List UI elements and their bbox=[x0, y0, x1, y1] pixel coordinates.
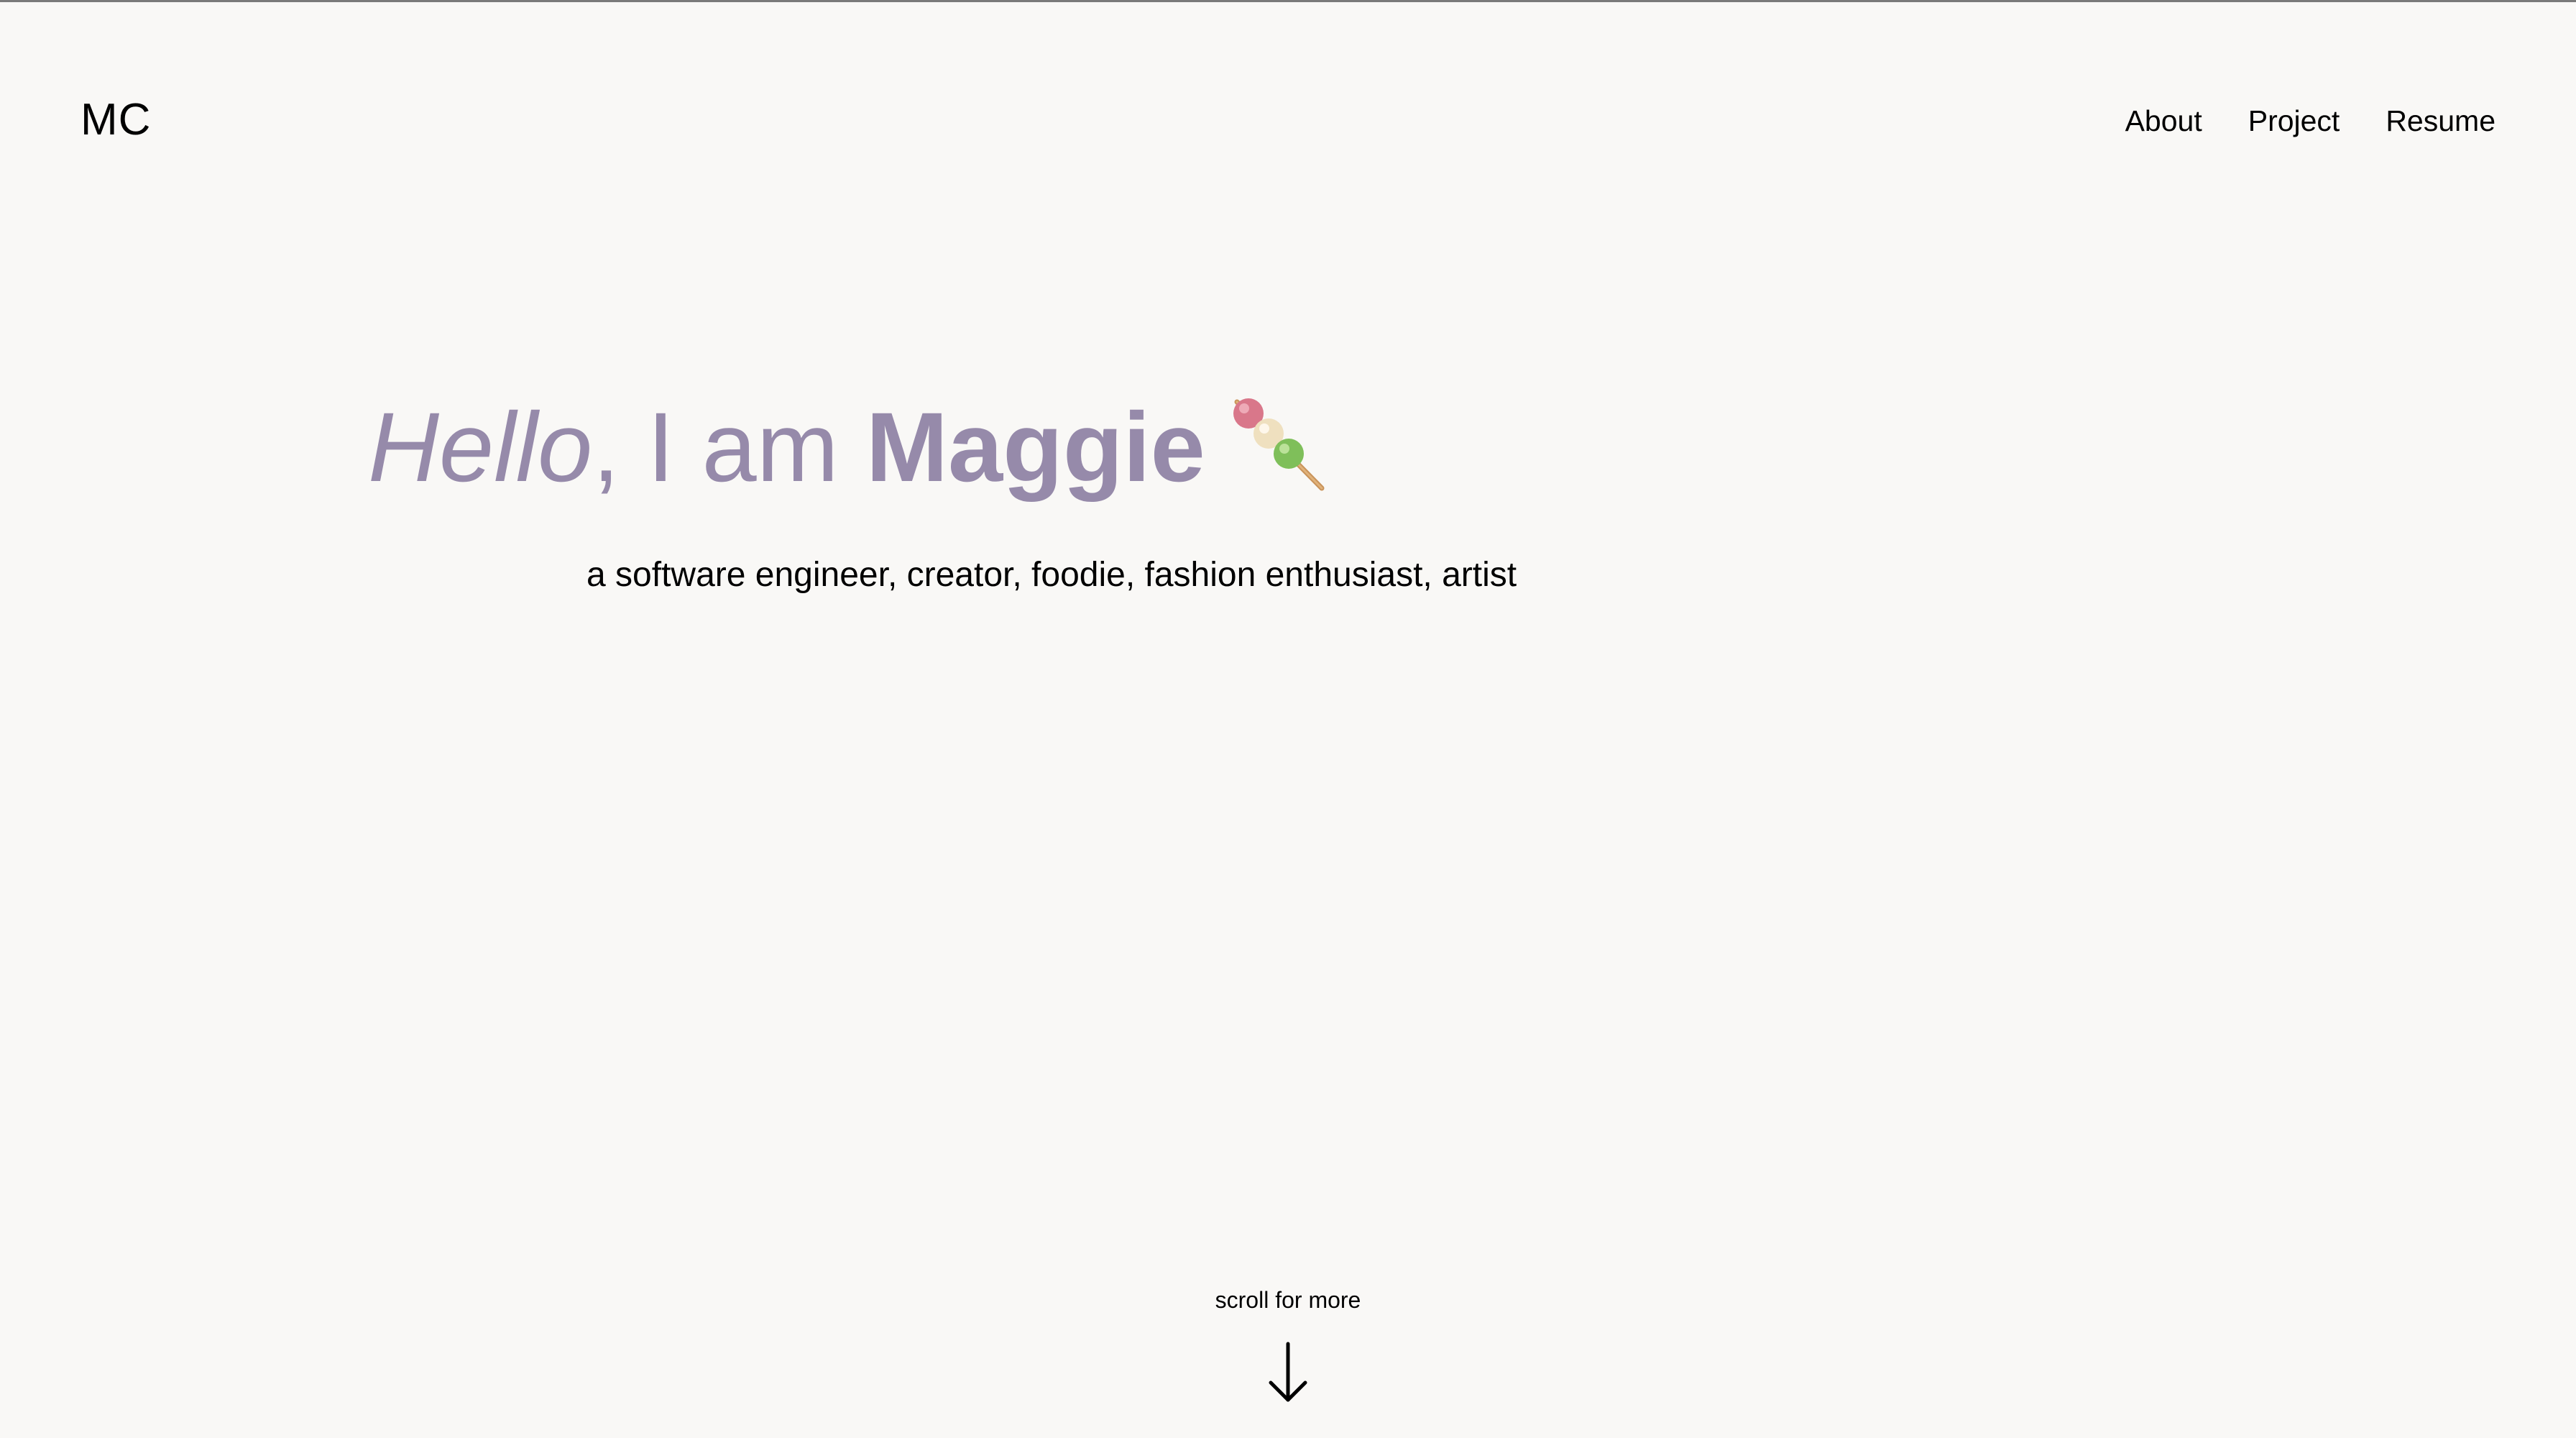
dango-icon bbox=[1230, 396, 1330, 497]
main-nav: About Project Resume bbox=[2125, 101, 2496, 141]
nav-resume-link[interactable]: Resume bbox=[2386, 101, 2496, 141]
scroll-hint[interactable]: scroll for more bbox=[0, 1286, 2576, 1314]
page: MC About Project Resume Hello, I am Magg… bbox=[0, 0, 2576, 1438]
nav-project-link[interactable]: Project bbox=[2248, 101, 2340, 141]
hero-heading: Hello, I am Maggie bbox=[368, 390, 1330, 505]
arrow-down-icon[interactable] bbox=[1266, 1341, 1310, 1404]
nav-about-link[interactable]: About bbox=[2125, 101, 2202, 141]
hero-intro: , I am bbox=[592, 393, 866, 503]
hero-subtitle: a software engineer, creator, foodie, fa… bbox=[586, 556, 1517, 594]
site-logo[interactable]: MC bbox=[80, 93, 151, 147]
hero-name: Maggie bbox=[865, 393, 1205, 503]
hero-hello: Hello bbox=[368, 393, 593, 503]
